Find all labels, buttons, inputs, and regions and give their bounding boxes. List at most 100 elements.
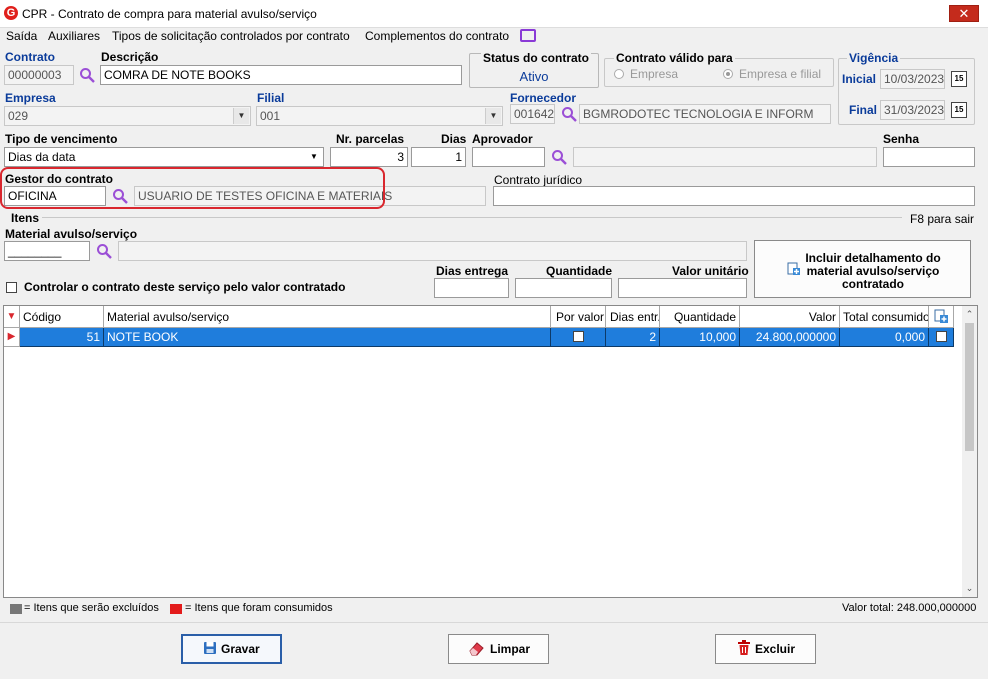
- incluir-line3: contratado: [841, 277, 904, 291]
- filial-select[interactable]: 001 ▼: [256, 106, 503, 126]
- controlar-checkbox[interactable]: [6, 282, 17, 293]
- f8-hint: F8 para sair: [910, 212, 975, 226]
- menu-auxiliares[interactable]: Auxiliares: [48, 29, 100, 45]
- row-quantidade[interactable]: 10,000: [660, 328, 740, 347]
- row-valor[interactable]: 24.800,000000: [740, 328, 840, 347]
- calendar-icon[interactable]: 15: [951, 71, 967, 87]
- close-button[interactable]: ✕: [949, 5, 979, 22]
- fornecedor-code[interactable]: 001642: [510, 104, 555, 124]
- status-value: Ativo: [519, 69, 549, 84]
- col-total[interactable]: Total consumido: [840, 306, 929, 328]
- aprovador-field[interactable]: [472, 147, 545, 167]
- col-por-valor[interactable]: Por valor: [551, 306, 606, 328]
- scroll-up-icon[interactable]: ⌃: [962, 307, 977, 322]
- itens-divider: [42, 217, 902, 218]
- dias-entrega-field[interactable]: [434, 278, 509, 298]
- dias-entrega-label: Dias entrega: [436, 264, 509, 278]
- juridico-label: Contrato jurídico: [494, 173, 583, 187]
- menu-saida[interactable]: Saída: [6, 29, 37, 45]
- excluir-label: Excluir: [755, 642, 796, 656]
- fornecedor-name: BGMRODOTEC TECNOLOGIA E INFORM: [579, 104, 831, 124]
- menu-tipos-solicitacao[interactable]: Tipos de solicitação controlados por con…: [112, 29, 350, 45]
- valor-unit-field[interactable]: [618, 278, 747, 298]
- legend-gray-swatch: [10, 604, 22, 614]
- col-codigo[interactable]: Código: [20, 306, 104, 328]
- search-icon[interactable]: [79, 67, 95, 83]
- inicial-label: Inicial: [842, 72, 877, 86]
- aprovador-name: [573, 147, 877, 167]
- monitor-icon[interactable]: [520, 29, 536, 42]
- tipo-venc-select[interactable]: Dias da data ▼: [4, 147, 324, 167]
- contrato-label: Contrato: [5, 50, 55, 64]
- parcelas-label: Nr. parcelas: [336, 132, 405, 146]
- bottom-divider: [0, 622, 988, 623]
- search-icon[interactable]: [561, 106, 577, 122]
- row-material[interactable]: NOTE BOOK: [104, 328, 551, 347]
- highlight-box: [0, 167, 385, 209]
- menu-complementos[interactable]: Complementos do contrato: [365, 29, 509, 45]
- por-valor-checkbox[interactable]: [572, 331, 584, 342]
- row-codigo[interactable]: 51: [20, 328, 104, 347]
- eraser-icon: [469, 642, 484, 656]
- incluir-line1: Incluir detalhamento do: [805, 251, 941, 265]
- col-valor[interactable]: Valor: [740, 306, 840, 328]
- empresa-select[interactable]: 029 ▼: [4, 106, 251, 126]
- calendar-icon[interactable]: 15: [951, 102, 967, 118]
- row-total[interactable]: 0,000: [840, 328, 929, 347]
- legend-red-swatch: [170, 604, 182, 614]
- add-detail-icon: [787, 262, 800, 275]
- radio-empresa[interactable]: [614, 69, 624, 79]
- fornecedor-label: Fornecedor: [510, 91, 577, 105]
- row-dias[interactable]: 2: [606, 328, 660, 347]
- final-field[interactable]: 31/03/2023: [880, 100, 945, 120]
- limpar-label: Limpar: [490, 642, 531, 656]
- scroll-down-icon[interactable]: ⌄: [962, 581, 977, 596]
- filial-label: Filial: [257, 91, 285, 105]
- senha-field[interactable]: [883, 147, 975, 167]
- quantidade-field[interactable]: [515, 278, 612, 298]
- parcelas-field[interactable]: 3: [330, 147, 408, 167]
- row-select[interactable]: [929, 328, 954, 347]
- chevron-down-icon: ▼: [485, 108, 501, 124]
- valor-unit-label: Valor unitário: [672, 264, 749, 278]
- status-label: Status do contrato: [481, 51, 592, 65]
- search-icon[interactable]: [96, 243, 112, 259]
- aprovador-label: Aprovador: [472, 132, 533, 146]
- final-label: Final: [849, 103, 878, 117]
- radio-empresa-label: Empresa: [630, 67, 679, 81]
- tipo-venc-value: Dias da data: [8, 150, 76, 164]
- gravar-label: Gravar: [221, 642, 260, 656]
- radio-empresa-filial[interactable]: [723, 69, 733, 79]
- descricao-field[interactable]: COMRA DE NOTE BOOKS: [100, 65, 462, 85]
- tipo-venc-label: Tipo de vencimento: [5, 132, 118, 146]
- col-quantidade[interactable]: Quantidade: [660, 306, 740, 328]
- controlar-label: Controlar o contrato deste serviço pelo …: [24, 280, 346, 294]
- dias-label: Dias: [441, 132, 467, 146]
- col-dias[interactable]: Dias entr.: [606, 306, 660, 328]
- scroll-thumb[interactable]: [965, 323, 974, 451]
- empresa-label: Empresa: [5, 91, 56, 105]
- save-icon: [204, 642, 216, 654]
- incluir-line2: material avulso/serviço: [806, 264, 940, 278]
- contrato-field[interactable]: 00000003: [4, 65, 74, 85]
- app-logo-icon: G: [4, 6, 18, 20]
- sort-arrow-icon[interactable]: ▼: [4, 306, 20, 328]
- filial-value: 001: [260, 109, 281, 123]
- search-icon[interactable]: [551, 149, 567, 165]
- col-material[interactable]: Material avulso/serviço: [104, 306, 551, 328]
- material-field[interactable]: ________: [4, 241, 90, 261]
- window-title: CPR - Contrato de compra para material a…: [22, 7, 317, 21]
- add-row-icon[interactable]: [934, 309, 949, 324]
- inicial-field[interactable]: 10/03/2023: [880, 69, 945, 89]
- row-checkbox[interactable]: [935, 331, 947, 342]
- radio-empresa-filial-label: Empresa e filial: [739, 67, 822, 81]
- chevron-down-icon: ▼: [233, 108, 249, 124]
- quantidade-label: Quantidade: [546, 264, 613, 278]
- juridico-field[interactable]: [493, 186, 975, 206]
- valido-label: Contrato válido para: [614, 51, 735, 65]
- dias-field[interactable]: 1: [411, 147, 466, 167]
- row-por-valor[interactable]: [551, 328, 606, 347]
- trash-icon: [738, 640, 750, 655]
- legend-consumidos: = Itens que foram consumidos: [185, 602, 333, 614]
- legend-excluidos: = Itens que serão excluídos: [24, 602, 159, 614]
